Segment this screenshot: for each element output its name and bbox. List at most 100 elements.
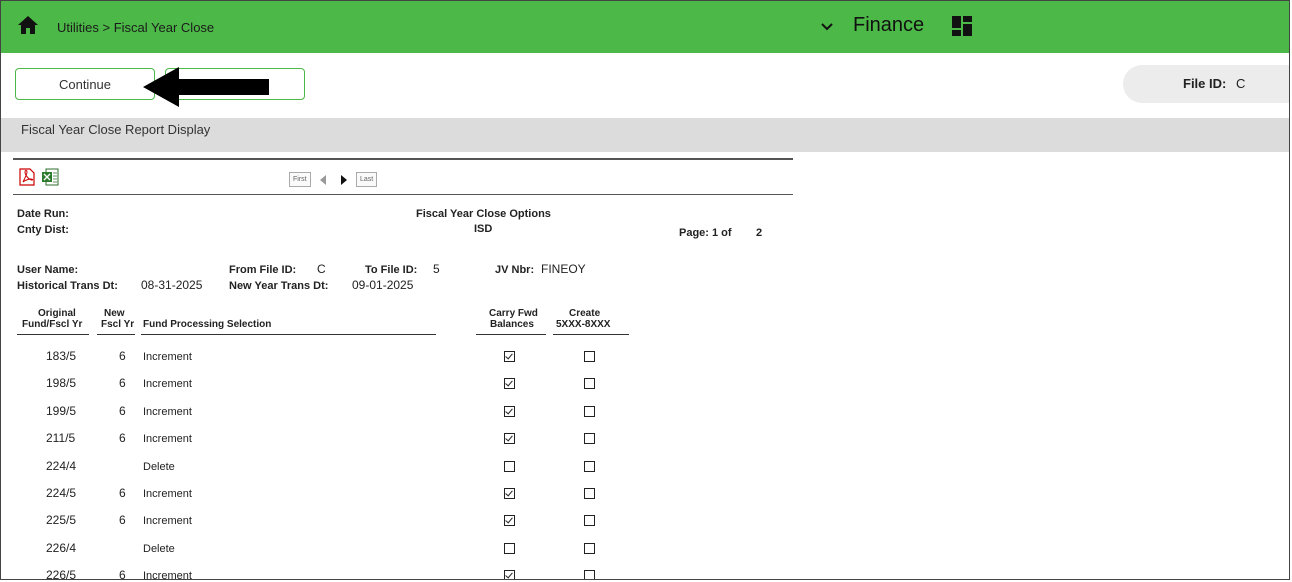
table-row: 198/5 6 Increment [13,376,793,403]
carry-fwd-checkbox[interactable] [504,405,515,417]
table-row: 224/4 Delete [13,459,793,486]
cnty-dist-label: Cnty Dist: [17,224,69,236]
jv-nbr-value: FINEOY [541,262,586,276]
historical-trans-value: 08-31-2025 [141,278,203,292]
create-5xxx-8xxx-checkbox[interactable] [584,351,595,362]
module-name[interactable]: Finance [853,14,924,37]
header-underline [17,334,89,335]
first-page-button[interactable]: First [289,172,311,188]
page-label: Page: 1 of [679,227,732,239]
next-page-icon[interactable] [340,174,347,185]
fund-fiscal-year: 226/5 [46,568,77,580]
create-5xxx-8xxx-checkbox[interactable] [584,542,595,554]
report-viewer: First Last Date Run: Cnty Dist: Fiscal Y… [13,156,793,580]
table-row: 224/5 6 Increment [13,486,793,513]
home-icon[interactable] [17,15,39,35]
new-fiscal-year: 6 [119,513,126,528]
carry-fwd-checkbox[interactable] [504,488,515,499]
report-subtitle: ISD [474,223,493,235]
col-create-line2: 5XXX-8XXX [556,319,611,330]
fund-fiscal-year: 211/5 [46,431,76,446]
arrow-pointer-icon [143,67,269,107]
fund-processing-selection: Increment [143,433,192,446]
table-row: 199/5 6 Increment [13,404,793,431]
fund-fiscal-year: 198/5 [46,376,77,391]
col-new-line2: Fscl Yr [101,319,135,330]
file-id-value: C [1236,76,1246,91]
grid-icon[interactable] [951,15,973,37]
carry-fwd-checkbox[interactable] [504,378,515,390]
carry-fwd-checkbox[interactable] [504,570,515,579]
new-fiscal-year: 6 [119,431,126,446]
chevron-down-icon[interactable] [819,18,835,34]
fund-processing-selection: Delete [143,542,175,555]
fund-fiscal-year: 224/4 [46,458,77,473]
section-title: Fiscal Year Close Report Display [21,122,211,137]
file-id-label: File ID: [1183,76,1227,91]
divider [13,194,793,195]
new-fiscal-year: 6 [119,376,126,391]
col-create-line1: Create [569,308,601,319]
fund-fiscal-year: 199/5 [46,403,77,418]
pager: First Last [289,171,378,188]
jv-nbr-label: JV Nbr: [495,264,535,276]
fund-fiscal-year: 224/5 [46,486,77,500]
fund-processing-selection: Increment [143,405,192,418]
new-year-trans-label: New Year Trans Dt: [229,280,329,292]
historical-trans-label: Historical Trans Dt: [17,280,118,292]
divider [13,158,793,160]
table-row: 225/5 6 Increment [13,513,793,540]
fund-fiscal-year: 183/5 [46,349,77,363]
create-5xxx-8xxx-checkbox[interactable] [584,405,595,417]
header-underline [553,334,629,335]
from-file-value: C [317,262,326,276]
fund-processing-selection: Increment [143,351,192,363]
table-row: 226/4 Delete [13,541,793,568]
fund-processing-selection: Increment [143,515,192,528]
carry-fwd-checkbox[interactable] [504,460,515,472]
app-frame: Utilities > Fiscal Year Close Finance Co… [0,0,1290,580]
fund-fiscal-year: 225/5 [46,513,77,528]
table-row: 226/5 6 Increment [13,568,793,580]
continue-button[interactable]: Continue [15,68,155,100]
create-5xxx-8xxx-checkbox[interactable] [584,488,595,499]
fund-processing-selection: Increment [143,570,192,580]
to-file-value: 5 [433,262,440,276]
create-5xxx-8xxx-checkbox[interactable] [584,460,595,472]
col-selection: Fund Processing Selection [143,319,272,330]
fund-processing-selection: Increment [143,378,192,391]
carry-fwd-checkbox[interactable] [504,433,515,445]
create-5xxx-8xxx-checkbox[interactable] [584,570,595,579]
header-underline [97,334,135,335]
breadcrumb[interactable]: Utilities > Fiscal Year Close [57,20,214,35]
new-fiscal-year: 6 [119,403,126,418]
carry-fwd-checkbox[interactable] [504,351,515,362]
carry-fwd-checkbox[interactable] [504,515,515,527]
new-fiscal-year: 6 [119,568,126,580]
col-original-line2: Fund/Fscl Yr [22,319,83,330]
carry-fwd-checkbox[interactable] [504,542,515,554]
excel-export-icon[interactable] [41,168,59,186]
user-name-label: User Name: [17,264,79,276]
file-id-display: File ID: C [1123,65,1289,103]
header-underline [141,334,436,335]
table-row: 183/5 6 Increment [13,349,793,376]
col-new-line1: New [104,308,125,319]
new-fiscal-year: 6 [119,349,126,363]
create-5xxx-8xxx-checkbox[interactable] [584,433,595,445]
new-fiscal-year: 6 [119,486,126,500]
col-carry-line1: Carry Fwd [489,308,538,319]
table-row: 211/5 6 Increment [13,431,793,458]
last-page-button[interactable]: Last [355,172,378,188]
create-5xxx-8xxx-checkbox[interactable] [584,515,595,527]
from-file-label: From File ID: [229,264,297,276]
date-run-label: Date Run: [17,208,69,220]
new-year-trans-value: 09-01-2025 [352,278,414,292]
create-5xxx-8xxx-checkbox[interactable] [584,378,595,390]
fund-processing-selection: Delete [143,460,175,473]
pdf-export-icon[interactable] [19,168,35,186]
col-original-line1: Original [38,308,76,319]
header-underline [476,334,546,335]
to-file-label: To File ID: [365,264,418,276]
prev-page-icon[interactable] [320,174,327,185]
